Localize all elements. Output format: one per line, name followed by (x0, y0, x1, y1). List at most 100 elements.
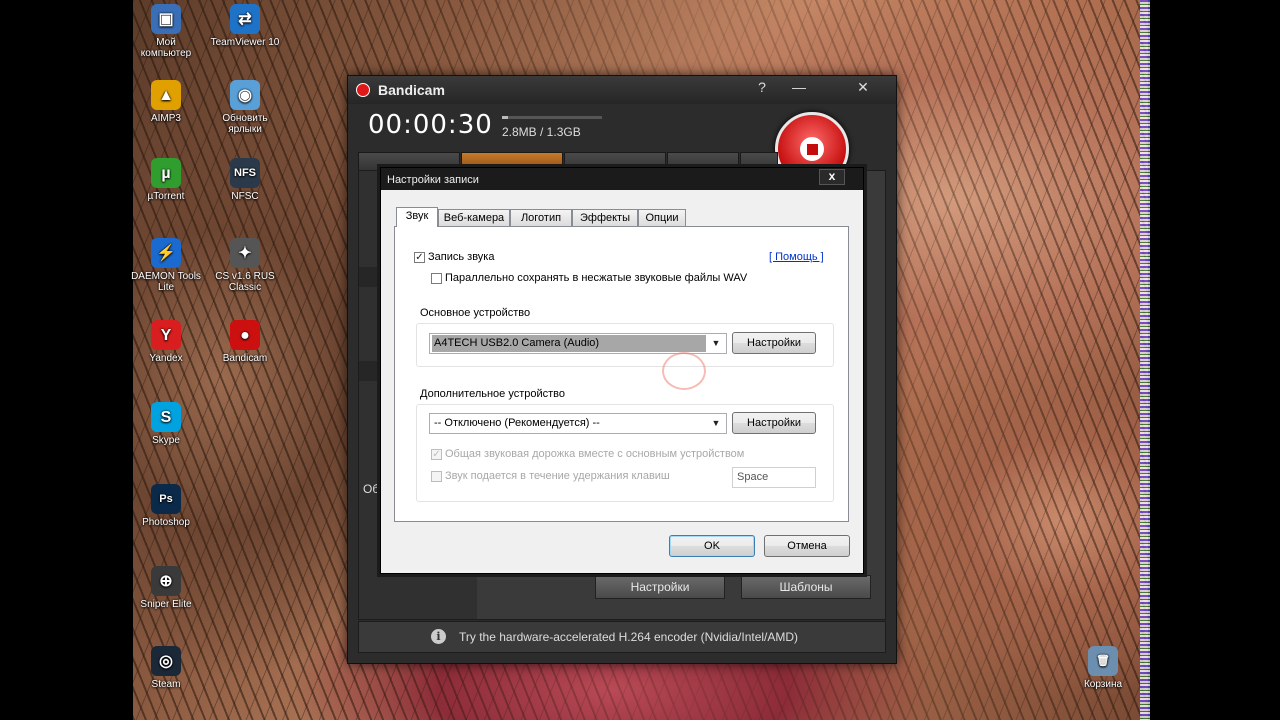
help-link[interactable]: [ Помощь ] (769, 251, 824, 263)
desktop-shortcut[interactable]: ⊕ Sniper Elite (131, 566, 201, 610)
bandicam-templates-button[interactable]: Шаблоны (741, 575, 871, 599)
primary-device-group: A4TECH USB2.0 Camera (Audio) ▼ Настройки (416, 323, 834, 367)
skype-icon: S (151, 402, 181, 432)
desktop-shortcut-label: NFSC (231, 191, 259, 202)
secondary-device-label: Дополнительное устройство (420, 388, 566, 400)
sound-tab-panel: ✓ Запись звука Параллельно сохранять в н… (394, 226, 849, 522)
desktop-shortcut[interactable]: 🗑 Корзина (1068, 646, 1138, 690)
bandicam-settings-button[interactable]: Настройки (595, 575, 725, 599)
primary-device-value: A4TECH USB2.0 Camera (Audio) (432, 335, 706, 352)
cursor-click-indicator (662, 352, 706, 390)
common-track-checkbox[interactable]: ✓ (431, 449, 442, 460)
desktop-shortcut-label: AIMP3 (150, 113, 181, 124)
update-shortcuts-icon: ◉ (230, 80, 260, 110)
hold-key-label: Звук подается в течение удержания клавиш (445, 470, 670, 482)
desktop-shortcut[interactable]: Ps Photoshop (131, 484, 201, 528)
secondary-device-group: -- Отключено (Рекомендуется) -- ▼ Настро… (416, 404, 834, 502)
nfsc-icon: NFS (230, 158, 260, 188)
desktop-shortcut[interactable]: Y Yandex (131, 320, 201, 364)
tab-effects[interactable]: Эффекты (572, 209, 638, 226)
dialog-close-button[interactable]: x (819, 169, 845, 185)
teamviewer-icon: ⇄ (230, 4, 260, 34)
save-wav-checkbox[interactable] (431, 273, 442, 284)
desktop-shortcut-label: Sniper Elite (140, 599, 192, 610)
tab-logo[interactable]: Логотип (510, 209, 572, 226)
sniper-elite-icon: ⊕ (151, 566, 181, 596)
yandex-icon: Y (151, 320, 181, 350)
utorrent-icon: µ (151, 158, 181, 188)
cancel-button[interactable]: Отмена (764, 535, 850, 557)
checkmark-icon: ✓ (415, 252, 424, 263)
desktop-shortcut[interactable]: ◉ Обновить ярлыки (210, 80, 280, 135)
desktop-shortcut[interactable]: ⚡ DAEMON Tools Lite (131, 238, 201, 293)
save-wav-label: Параллельно сохранять в несжатые звуковы… (445, 272, 748, 284)
record-sound-label: Запись звука (428, 251, 495, 263)
desktop-shortcut[interactable]: ● Bandicam (210, 320, 280, 364)
common-track-label: Общая звуковая дорожка вместе с основным… (445, 448, 745, 460)
secondary-device-settings-button[interactable]: Настройки (732, 412, 816, 434)
counter-strike-icon: ✦ (230, 238, 260, 268)
file-size-progress (502, 116, 602, 119)
desktop-shortcut-label: Yandex (149, 353, 183, 364)
desktop-shortcut-label: TeamViewer 10 (210, 37, 280, 48)
file-size-readout: 2.8MB / 1.3GB (502, 125, 581, 139)
bandicam-title: Bandicam (378, 82, 445, 98)
tip-bar[interactable]: i Try the hardware-accelerated H.264 enc… (358, 621, 886, 653)
ok-button[interactable]: OK (669, 535, 755, 557)
record-sound-checkbox[interactable]: ✓ (414, 252, 425, 263)
desktop-shortcut-label: Steam (151, 679, 181, 690)
computer-icon: ▣ (151, 4, 181, 34)
side-label: Об (363, 482, 380, 496)
info-icon: i (431, 629, 446, 644)
recycle-bin-icon: 🗑 (1088, 646, 1118, 676)
desktop-shortcut[interactable]: ▣ Мой компьютер (131, 4, 201, 59)
chevron-down-icon: ▼ (711, 338, 721, 348)
bandicam-desktop-icon: ● (230, 320, 260, 350)
secondary-device-value: -- Отключено (Рекомендуется) -- (434, 417, 600, 429)
desktop-shortcut[interactable]: µ µTorrent (131, 158, 201, 202)
desktop-shortcut-label: Обновить ярлыки (222, 113, 268, 135)
dialog-title: Настройки записи (387, 174, 479, 186)
hotkey-input[interactable]: Space (732, 467, 816, 488)
desktop-shortcut[interactable]: S Skype (131, 402, 201, 446)
desktop-shortcut-label: Мой компьютер (140, 37, 192, 59)
tab-sound[interactable]: Звук (396, 207, 438, 227)
stop-icon (800, 137, 824, 161)
primary-device-select[interactable]: A4TECH USB2.0 Camera (Audio) ▼ (429, 333, 727, 354)
desktop-shortcut[interactable]: NFS NFSC (210, 158, 280, 202)
file-size-progress-fill (502, 116, 508, 119)
primary-device-settings-button[interactable]: Настройки (732, 332, 816, 354)
desktop-shortcut[interactable]: ▲ AIMP3 (131, 80, 201, 124)
help-button[interactable]: ? (751, 79, 773, 95)
tab-webcam[interactable]: Веб-камера (438, 209, 510, 226)
desktop-shortcut-label: CS v1.6 RUS Classic (215, 271, 275, 293)
recording-timer: 00:00:30 (368, 110, 493, 140)
tab-options[interactable]: Опции (638, 209, 686, 226)
checkmark-icon: ✓ (432, 449, 441, 460)
daemon-tools-icon: ⚡ (151, 238, 181, 268)
desktop-shortcut-label: Skype (152, 435, 180, 446)
minimize-button[interactable]: — (788, 79, 810, 95)
bandicam-logo-icon (356, 83, 370, 97)
desktop-shortcut-label: Photoshop (142, 517, 190, 528)
desktop-shortcut-label: Корзина (1083, 679, 1123, 690)
desktop-shortcut[interactable]: ⇄ TeamViewer 10 (210, 4, 280, 48)
aimp-icon: ▲ (151, 80, 181, 110)
secondary-device-select[interactable]: -- Отключено (Рекомендуется) -- ▼ (429, 413, 727, 434)
recording-settings-dialog: Настройки записи x Звук Веб-камера Логот… (380, 167, 864, 574)
chevron-down-icon: ▼ (711, 418, 721, 428)
tip-text[interactable]: Try the hardware-accelerated H.264 encod… (459, 622, 798, 652)
screen-edge-artifact (1140, 0, 1150, 720)
desktop-shortcut[interactable]: ◎ Steam (131, 646, 201, 690)
desktop-shortcut[interactable]: ✦ CS v1.6 RUS Classic (210, 238, 280, 293)
close-button[interactable]: ✕ (852, 79, 874, 96)
desktop-shortcut-label: DAEMON Tools Lite (131, 271, 201, 293)
dialog-titlebar[interactable]: Настройки записи x (381, 168, 863, 190)
desktop-shortcut-label: Bandicam (222, 353, 268, 364)
hold-key-checkbox[interactable] (431, 471, 442, 482)
steam-icon: ◎ (151, 646, 181, 676)
bandicam-titlebar[interactable]: Bandicam ? — ✕ (348, 76, 896, 104)
primary-device-label: Основное устройство (420, 307, 531, 319)
photoshop-icon: Ps (151, 484, 181, 514)
desktop-shortcut-label: µTorrent (147, 191, 185, 202)
